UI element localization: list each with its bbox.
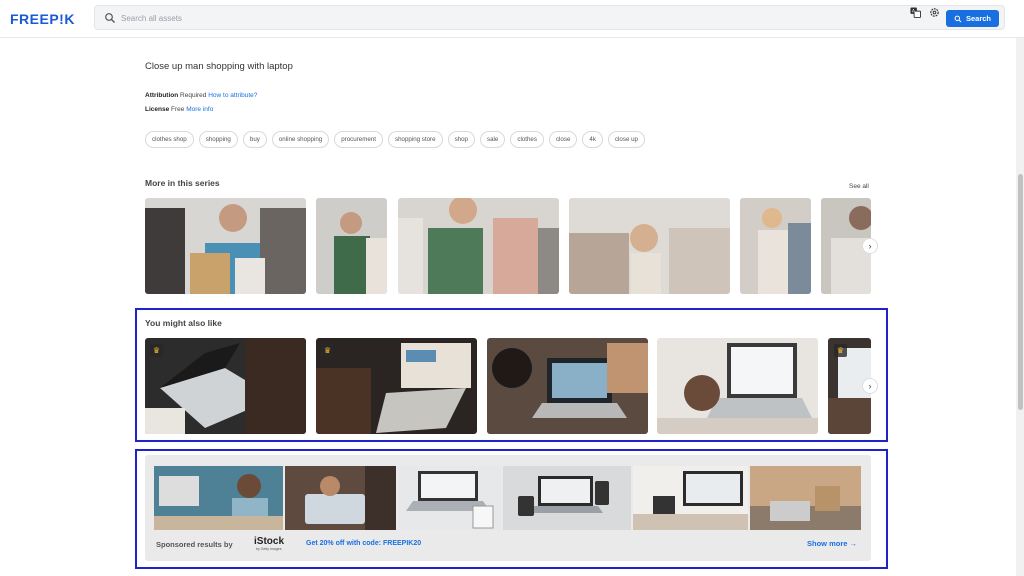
sponsored-photo bbox=[750, 466, 861, 530]
series-photo bbox=[569, 198, 730, 294]
also-like-photo bbox=[657, 338, 818, 434]
attribution-value: Required bbox=[180, 92, 207, 99]
tag-chip[interactable]: clothes bbox=[510, 131, 544, 148]
sponsored-thumb[interactable] bbox=[750, 466, 861, 530]
attribution-label: Attribution bbox=[145, 92, 179, 99]
tag-chip[interactable]: online shopping bbox=[271, 131, 330, 148]
series-photo bbox=[145, 198, 306, 294]
sponsored-thumb[interactable] bbox=[285, 466, 396, 530]
sponsored-photo bbox=[503, 466, 631, 530]
series-photo bbox=[398, 198, 559, 294]
search-button-label: Search bbox=[965, 14, 992, 23]
show-more-link[interactable]: Show more → bbox=[807, 539, 857, 548]
more-info-link[interactable]: More info bbox=[186, 106, 213, 113]
tag-chip[interactable]: close up bbox=[607, 131, 645, 148]
also-like-title: You might also like bbox=[145, 318, 222, 328]
series-photo bbox=[740, 198, 811, 294]
license-label: License bbox=[145, 106, 170, 113]
series-photo bbox=[316, 198, 387, 294]
also-like-next-arrow-icon[interactable]: › bbox=[862, 378, 878, 394]
also-like-photo bbox=[145, 338, 306, 434]
scrollbar-thumb[interactable] bbox=[1018, 174, 1023, 410]
also-like-photo bbox=[316, 338, 477, 434]
tag-list: clothes shop shopping buy online shoppin… bbox=[145, 131, 645, 148]
tag-chip[interactable]: sale bbox=[479, 131, 506, 148]
tag-chip[interactable]: shopping store bbox=[387, 131, 443, 148]
also-like-photo bbox=[487, 338, 648, 434]
sponsored-label: Sponsored results by bbox=[156, 540, 233, 549]
tag-chip[interactable]: shop bbox=[447, 131, 475, 148]
premium-crown-icon: ♛ bbox=[321, 344, 334, 357]
also-like-thumb[interactable] bbox=[487, 338, 648, 434]
sponsored-photo bbox=[633, 466, 748, 530]
series-thumb[interactable] bbox=[316, 198, 387, 294]
translate-icon[interactable]: A bbox=[910, 7, 921, 18]
also-like-thumb[interactable]: ♛ bbox=[145, 338, 306, 434]
see-all-link[interactable]: See all bbox=[849, 183, 869, 190]
tag-chip[interactable]: 4k bbox=[582, 131, 603, 148]
sponsored-thumb[interactable] bbox=[503, 466, 631, 530]
sponsored-thumb[interactable] bbox=[398, 466, 501, 530]
series-thumb[interactable] bbox=[145, 198, 306, 294]
asset-title: Close up man shopping with laptop bbox=[145, 61, 293, 72]
also-like-thumb[interactable] bbox=[657, 338, 818, 434]
sponsored-thumb[interactable] bbox=[633, 466, 748, 530]
tag-chip[interactable]: shopping bbox=[198, 131, 238, 148]
how-to-attribute-link[interactable]: How to attribute? bbox=[208, 92, 257, 99]
settings-icon[interactable] bbox=[929, 7, 940, 18]
premium-crown-icon: ♛ bbox=[834, 344, 847, 357]
tag-chip[interactable]: procurement bbox=[334, 131, 383, 148]
istock-logo[interactable]: iStock bbox=[254, 536, 284, 547]
search-input[interactable] bbox=[119, 9, 903, 28]
search-button[interactable]: Search bbox=[946, 10, 999, 27]
series-thumb[interactable] bbox=[569, 198, 730, 294]
top-header: FREEP!K A Search bbox=[0, 0, 1024, 38]
sponsored-thumb[interactable] bbox=[154, 466, 283, 530]
sponsored-photo bbox=[398, 466, 501, 530]
series-thumb[interactable] bbox=[740, 198, 811, 294]
sponsored-photo bbox=[285, 466, 396, 530]
series-title: More in this series bbox=[145, 178, 220, 188]
tag-chip[interactable]: buy bbox=[242, 131, 267, 148]
tag-chip[interactable]: close bbox=[548, 131, 578, 148]
istock-logo-sub: by Getty Images bbox=[256, 547, 282, 551]
also-like-thumb[interactable]: ♛ bbox=[316, 338, 477, 434]
series-next-arrow-icon[interactable]: › bbox=[862, 238, 878, 254]
tag-chip[interactable]: clothes shop bbox=[145, 131, 194, 148]
license-value: Free bbox=[171, 106, 185, 113]
series-thumb[interactable] bbox=[398, 198, 559, 294]
attribution-row: Attribution Required How to attribute? bbox=[145, 92, 257, 99]
promo-code-link[interactable]: Get 20% off with code: FREEPIK20 bbox=[306, 540, 421, 547]
license-row: License Free More info bbox=[145, 106, 213, 113]
sponsored-photo bbox=[154, 466, 283, 530]
search-button-icon bbox=[954, 15, 962, 22]
search-icon bbox=[105, 13, 115, 23]
premium-crown-icon: ♛ bbox=[150, 344, 163, 357]
search-bar[interactable] bbox=[94, 5, 1005, 30]
freepik-logo[interactable]: FREEP!K bbox=[10, 11, 75, 27]
